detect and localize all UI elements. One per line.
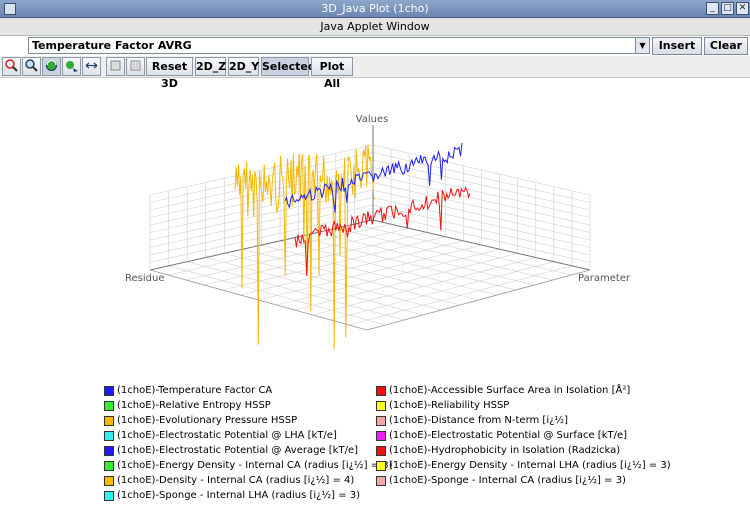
applet-window-label: Java Applet Window [0, 18, 750, 36]
legend-label: (1choE)-Energy Density - Internal LHA (r… [389, 460, 671, 471]
plot-grid [149, 125, 591, 331]
axis-front-right [366, 269, 591, 331]
legend-label: (1choE)-Density - Internal CA (radius [i… [117, 475, 355, 486]
legend-swatch [376, 461, 386, 471]
scale-icon[interactable] [82, 57, 101, 76]
selecteds-button[interactable]: Selecteds [261, 57, 322, 76]
legend-label: (1choE)-Evolutionary Pressure HSSP [117, 415, 298, 426]
legend-label: (1choE)-Sponge - Internal CA (radius [i¿… [389, 475, 626, 486]
insert-button[interactable]: Insert [652, 37, 702, 55]
plot-area[interactable]: Values Residue Parameter [0, 80, 750, 383]
legend-swatch [104, 476, 114, 486]
grid-line [330, 261, 554, 321]
rotate-icon[interactable] [42, 57, 61, 76]
translate-icon[interactable] [62, 57, 81, 76]
parameter-select-value: Temperature Factor AVRG [32, 39, 192, 52]
blank-box-icon[interactable] [106, 57, 125, 76]
plot-series [234, 142, 471, 349]
legend-label: (1choE)-Temperature Factor CA [117, 385, 273, 396]
legend-label: (1choE)-Electrostatic Potential @ LHA [k… [117, 430, 337, 441]
legend-swatch [376, 386, 386, 396]
window-menu-icon[interactable] [4, 3, 16, 15]
legend-label: (1choE)-Accessible Surface Area in Isola… [389, 385, 631, 396]
legend-label: (1choE)-Electrostatic Potential @ Averag… [117, 445, 358, 456]
legend-label: (1choE)-Energy Density - Internal CA (ra… [117, 460, 393, 471]
legend-swatch [376, 476, 386, 486]
close-icon[interactable]: ✕ [736, 2, 749, 15]
chevron-down-icon[interactable]: ▼ [635, 38, 649, 53]
legend-swatch [376, 431, 386, 441]
axis-label-residue: Residue [125, 273, 164, 284]
legend-label: (1choE)-Electrostatic Potential @ Surfac… [389, 430, 628, 441]
legend-swatch [376, 401, 386, 411]
legend-label: (1choE)-Hydrophobicity in Isolation (Rad… [389, 445, 621, 456]
axis-label-values: Values [356, 114, 389, 125]
plot-all-button[interactable]: Plot All [311, 57, 353, 90]
zoom-out-icon[interactable] [22, 57, 41, 76]
grid-line [348, 265, 572, 326]
maximize-icon[interactable]: □ [721, 2, 734, 15]
grid-line [258, 244, 482, 301]
legend-swatch [104, 446, 114, 456]
view-2d-z-button[interactable]: 2D_Z [195, 57, 226, 76]
toolbar: Reset 3D 2D_Z 2D_Y Selecteds Plot All [0, 56, 750, 90]
legend-label: (1choE)-Reliability HSSP [389, 400, 510, 411]
legend-label: (1choE)-Relative Entropy HSSP [117, 400, 271, 411]
legend-swatch [104, 416, 114, 426]
parameter-select[interactable]: Temperature Factor AVRG ▼ [28, 37, 650, 54]
view-2d-y-button[interactable]: 2D_Y [228, 57, 259, 76]
legend-label: (1choE)-Sponge - Internal LHA (radius [i… [117, 490, 361, 501]
axis-label-parameter: Parameter [578, 273, 631, 284]
legend-swatch [376, 416, 386, 426]
grid-line [187, 261, 405, 321]
minimize-icon[interactable]: _ [706, 2, 719, 15]
plot-3d-canvas[interactable]: Values Residue Parameter [0, 80, 750, 380]
legend-swatch [376, 446, 386, 456]
legend-label: (1choE)-Distance from N-term [i¿½] [389, 415, 568, 426]
legend-swatch [104, 401, 114, 411]
clear-button[interactable]: Clear [704, 37, 748, 55]
window-title: 3D_Java Plot (1cho) [321, 2, 429, 15]
legend-swatch [104, 461, 114, 471]
legend-swatch [104, 431, 114, 441]
grid-box-icon[interactable] [126, 57, 145, 76]
legend-swatch [104, 386, 114, 396]
zoom-in-icon[interactable] [2, 57, 21, 76]
legend-swatch [104, 491, 114, 501]
reset-3d-button[interactable]: Reset 3D [146, 57, 193, 90]
window-titlebar: 3D_Java Plot (1cho) _ □ ✕ [0, 0, 750, 18]
